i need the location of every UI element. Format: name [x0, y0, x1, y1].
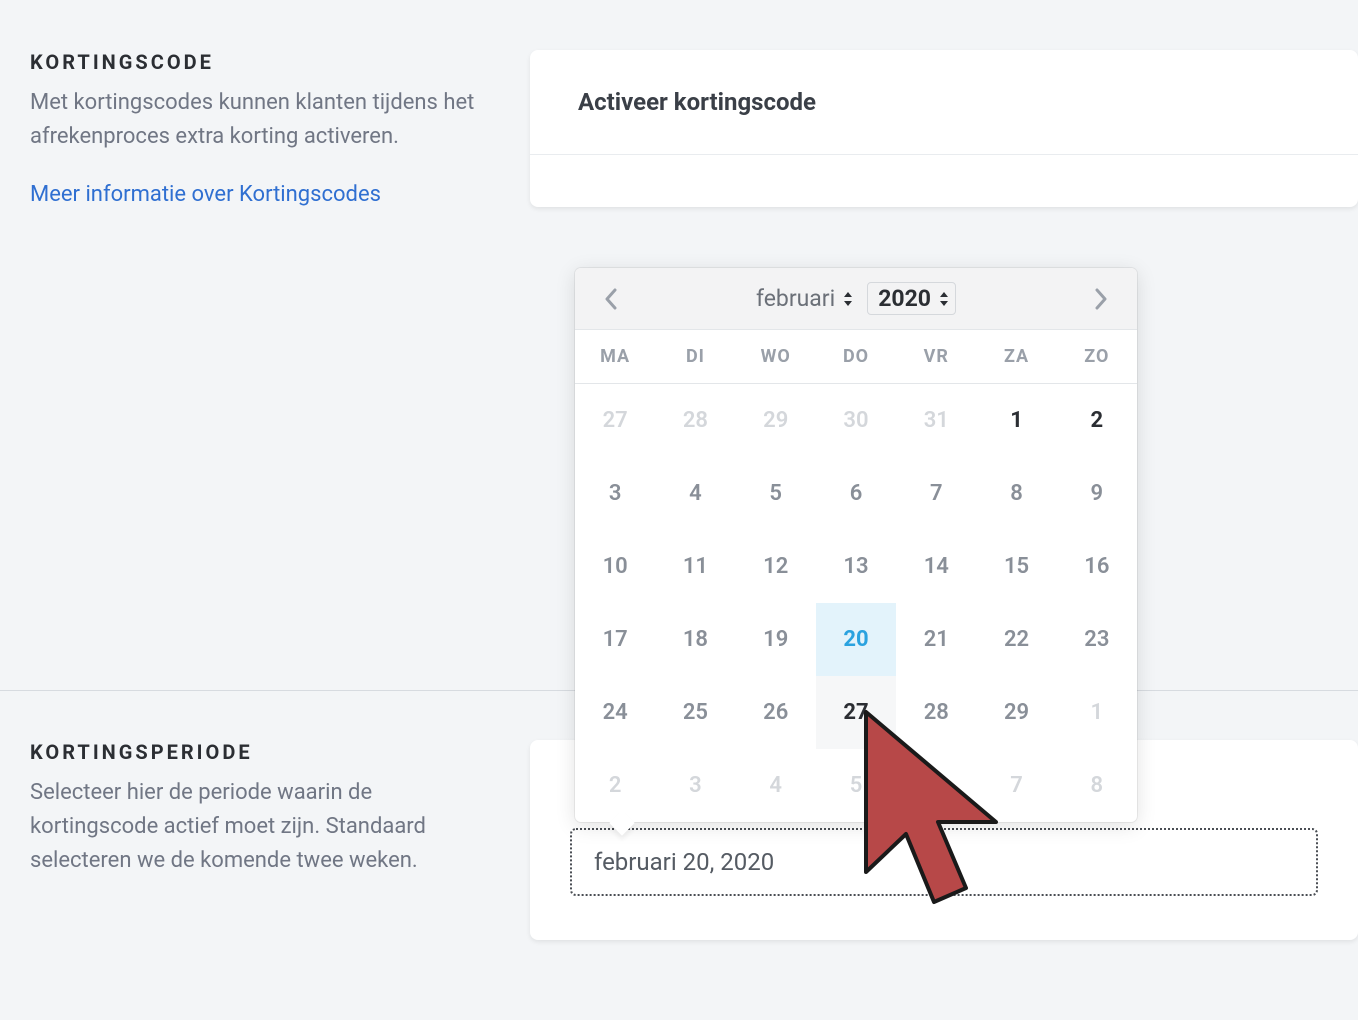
calendar-day[interactable]: 20	[816, 603, 896, 676]
activeer-card-title: Activeer kortingscode	[530, 50, 1358, 155]
calendar-day[interactable]: 29	[736, 384, 816, 457]
month-label: februari	[756, 285, 835, 312]
calendar-day[interactable]: 2	[575, 749, 655, 822]
calendar-day[interactable]: 7	[896, 457, 976, 530]
prev-month-button[interactable]	[595, 283, 627, 315]
weekday-label: MA	[575, 330, 655, 383]
kortingscode-desc: Met kortingscodes kunnen klanten tijdens…	[30, 86, 490, 154]
calendar-day[interactable]: 12	[736, 530, 816, 603]
calendar-day[interactable]: 26	[736, 676, 816, 749]
start-date-input[interactable]	[570, 828, 1318, 896]
weekday-label: VR	[896, 330, 976, 383]
calendar-day[interactable]: 28	[896, 676, 976, 749]
calendar-day[interactable]: 19	[736, 603, 816, 676]
calendar-day[interactable]: 8	[976, 457, 1056, 530]
weekday-label: DI	[655, 330, 735, 383]
calendar-day[interactable]: 25	[655, 676, 735, 749]
calendar-day[interactable]: 9	[1057, 457, 1137, 530]
weekday-label: ZA	[976, 330, 1056, 383]
weekday-label: DO	[816, 330, 896, 383]
calendar-day[interactable]: 13	[816, 530, 896, 603]
calendar-day[interactable]: 1	[1057, 676, 1137, 749]
calendar-day[interactable]: 22	[976, 603, 1056, 676]
calendar-day[interactable]: 11	[655, 530, 735, 603]
calendar-day[interactable]: 30	[816, 384, 896, 457]
weekday-label: ZO	[1057, 330, 1137, 383]
calendar-day[interactable]: 27	[816, 676, 896, 749]
calendar-day[interactable]: 28	[655, 384, 735, 457]
calendar-day[interactable]: 14	[896, 530, 976, 603]
calendar-day[interactable]: 16	[1057, 530, 1137, 603]
calendar-day[interactable]: 10	[575, 530, 655, 603]
year-select[interactable]: 2020	[867, 282, 956, 315]
calendar-day[interactable]: 6	[896, 749, 976, 822]
calendar-day[interactable]: 24	[575, 676, 655, 749]
calendar-day[interactable]: 4	[655, 457, 735, 530]
next-month-button[interactable]	[1085, 283, 1117, 315]
weekday-label: WO	[736, 330, 816, 383]
calendar-day[interactable]: 15	[976, 530, 1056, 603]
calendar-day[interactable]: 5	[816, 749, 896, 822]
calendar-day[interactable]: 4	[736, 749, 816, 822]
calendar-day[interactable]: 29	[976, 676, 1056, 749]
calendar-day[interactable]: 1	[976, 384, 1056, 457]
calendar-day[interactable]: 17	[575, 603, 655, 676]
chevron-left-icon	[603, 288, 619, 310]
month-spinner-icon	[843, 291, 853, 307]
year-label: 2020	[878, 285, 931, 312]
calendar-day[interactable]: 18	[655, 603, 735, 676]
activeer-card: Activeer kortingscode	[530, 50, 1358, 207]
calendar-day[interactable]: 2	[1057, 384, 1137, 457]
calendar-day[interactable]: 6	[816, 457, 896, 530]
chevron-right-icon	[1093, 288, 1109, 310]
calendar-day[interactable]: 31	[896, 384, 976, 457]
calendar-day[interactable]: 21	[896, 603, 976, 676]
calendar-day[interactable]: 5	[736, 457, 816, 530]
calendar-day[interactable]: 3	[575, 457, 655, 530]
year-spinner-icon	[939, 291, 949, 307]
calendar-day[interactable]: 3	[655, 749, 735, 822]
month-select[interactable]: februari	[756, 285, 853, 312]
kortingscode-info-link[interactable]: Meer informatie over Kortingscodes	[30, 182, 381, 207]
kortingscode-heading: KORTINGSCODE	[30, 50, 490, 74]
calendar-day[interactable]: 8	[1057, 749, 1137, 822]
calendar-day[interactable]: 27	[575, 384, 655, 457]
date-picker-popover: februari 2020 MADIWODOVRZAZO 27282930311…	[575, 268, 1137, 822]
kortingsperiode-heading: KORTINGSPERIODE	[30, 740, 490, 764]
kortingsperiode-desc: Selecteer hier de periode waarin de kort…	[30, 776, 490, 878]
calendar-day[interactable]: 23	[1057, 603, 1137, 676]
calendar-day[interactable]: 7	[976, 749, 1056, 822]
